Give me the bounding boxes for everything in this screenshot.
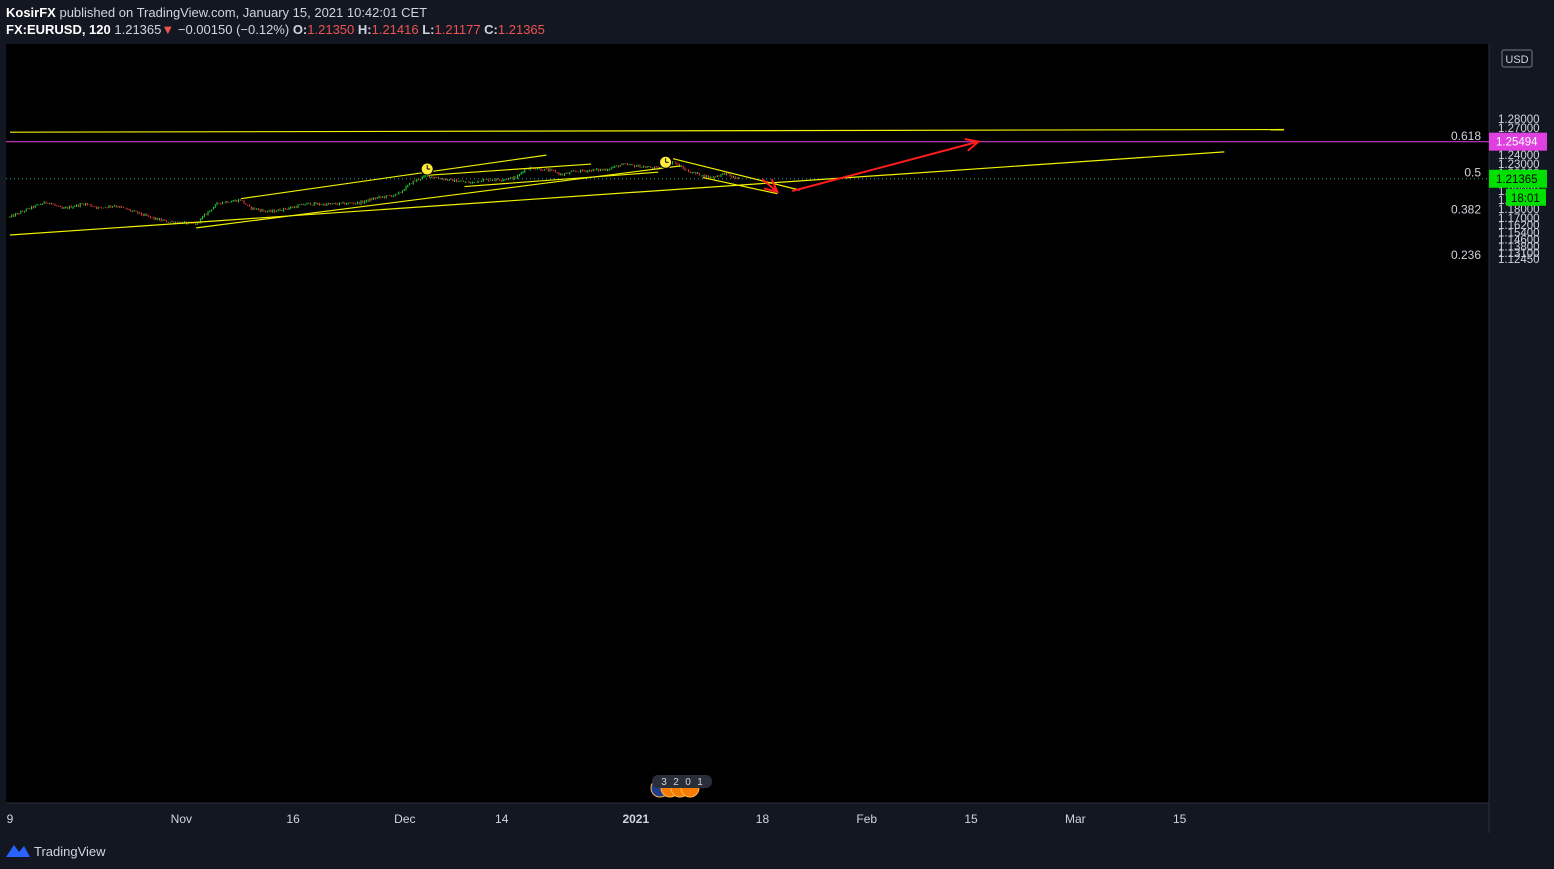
chart-header: KosirFX published on TradingView.com, Ja… (0, 0, 1554, 44)
x-tick-label: Nov (171, 812, 192, 826)
open-value: 1.21350 (307, 22, 355, 37)
x-tick-label: Feb (856, 812, 877, 826)
x-tick-label: 2021 (622, 812, 649, 826)
brand-name[interactable]: TradingView (34, 844, 106, 859)
x-tick-label: 9 (7, 812, 14, 826)
chart-footer: TradingView (0, 833, 1554, 869)
x-tick-label: 15 (1173, 812, 1187, 826)
price-chart[interactable]: USD1.280001.270001.260001.250001.240001.… (0, 44, 1554, 833)
close-value: 1.21365 (497, 22, 545, 37)
fib-level-label: 0.382 (1451, 202, 1481, 216)
fib-level-label: 0.5 (1464, 166, 1481, 180)
price-change: −0.00150 (−0.12%) (177, 22, 290, 37)
event-count: 1 (697, 777, 703, 788)
y-tick-label: 1.12450 (1498, 254, 1540, 266)
last-price: 1.21365 (114, 22, 162, 37)
target-price-label: 1.25494 (1496, 137, 1538, 149)
countdown-label: 18:01 (1511, 193, 1540, 205)
low-value: 1.21177 (434, 22, 481, 37)
high-label: H: (357, 22, 372, 37)
tradingview-logo-icon[interactable] (6, 843, 30, 857)
currency-label: USD (1505, 54, 1528, 66)
x-tick-label: Dec (394, 812, 415, 826)
symbol-label[interactable]: FX:EURUSD, 120 (6, 22, 111, 37)
last-price-label: 1.21365 (1496, 174, 1538, 186)
fib-level-label: 0.236 (1451, 248, 1481, 262)
high-value: 1.21416 (371, 22, 419, 37)
event-count: 2 (673, 777, 679, 788)
published-info: published on TradingView.com, January 15… (59, 5, 428, 20)
plot-area[interactable] (6, 44, 1489, 803)
x-tick-label: Mar (1065, 812, 1086, 826)
low-label: L: (422, 22, 435, 37)
fib-level-label: 0.618 (1451, 129, 1481, 143)
close-label: C: (484, 22, 498, 37)
open-label: O: (292, 22, 308, 37)
x-tick-label: 14 (495, 812, 509, 826)
publication-line: KosirFX published on TradingView.com, Ja… (6, 5, 427, 20)
time-axis[interactable] (6, 803, 1489, 833)
author-name[interactable]: KosirFX (6, 5, 56, 20)
x-tick-label: 16 (286, 812, 300, 826)
event-count: 0 (685, 777, 691, 788)
x-tick-label: 15 (964, 812, 978, 826)
event-count: 3 (661, 777, 667, 788)
symbol-legend: FX:EURUSD, 120 1.21365▼ −0.00150 (−0.12%… (6, 22, 545, 37)
x-tick-label: 18 (756, 812, 770, 826)
change-down-icon: ▼ (161, 22, 175, 37)
